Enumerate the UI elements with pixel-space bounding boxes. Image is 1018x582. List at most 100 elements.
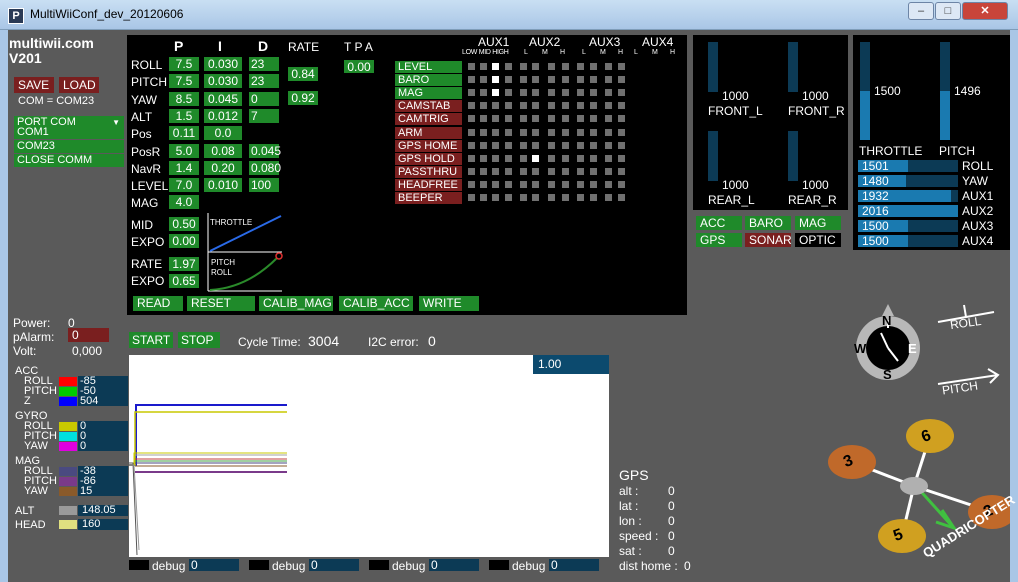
aux-checkbox[interactable] (505, 141, 512, 149)
start-button[interactable]: START (129, 332, 173, 348)
aux-checkbox[interactable] (468, 141, 475, 149)
aux-checkbox[interactable] (548, 89, 555, 97)
pid-p-value[interactable]: 8.5 (169, 91, 199, 106)
aux-checkbox[interactable] (562, 180, 569, 188)
aux-checkbox[interactable] (618, 89, 625, 97)
calib-mag-button[interactable]: CALIB_MAG (259, 296, 333, 311)
pid-p-value[interactable]: 7.5 (169, 57, 199, 71)
pid-i-value[interactable]: 0.030 (204, 74, 242, 89)
aux-checkbox[interactable] (605, 167, 612, 175)
aux-checkbox[interactable] (618, 128, 625, 136)
aux-checkbox[interactable] (468, 167, 475, 175)
aux-checkbox[interactable] (548, 63, 555, 70)
read-button[interactable]: READ (133, 296, 183, 311)
aux-checkbox[interactable] (532, 180, 539, 188)
pid-d-value[interactable]: 23 (249, 57, 279, 71)
aux-checkbox[interactable] (532, 141, 539, 149)
aux-checkbox[interactable] (590, 154, 597, 162)
aux-checkbox[interactable] (480, 102, 487, 110)
rc-expo-value[interactable]: 0.65 (169, 274, 199, 288)
aux-mode-baro[interactable]: BARO (395, 74, 462, 87)
pid-p-value[interactable]: 4.0 (169, 195, 199, 210)
aux-checkbox[interactable] (520, 154, 527, 162)
load-button[interactable]: LOAD (59, 77, 99, 93)
aux-checkbox[interactable] (505, 167, 512, 175)
pid-p-value[interactable]: 5.0 (169, 143, 199, 158)
aux-checkbox[interactable] (605, 141, 612, 149)
aux-checkbox[interactable] (468, 194, 475, 201)
aux-checkbox[interactable] (590, 141, 597, 149)
pid-i-value[interactable]: 0.012 (204, 108, 242, 123)
stop-button[interactable]: STOP (178, 332, 220, 348)
pid-i-value[interactable]: 0.20 (204, 160, 242, 175)
aux-checkbox[interactable] (468, 154, 475, 162)
aux-checkbox[interactable] (548, 102, 555, 110)
aux-checkbox[interactable] (562, 154, 569, 162)
aux-checkbox[interactable] (532, 194, 539, 201)
aux-mode-passthru[interactable]: PASSTHRU (395, 165, 462, 178)
aux-checkbox[interactable] (480, 115, 487, 123)
aux-checkbox[interactable] (480, 141, 487, 149)
aux-checkbox[interactable] (468, 63, 475, 70)
aux-checkbox[interactable] (548, 180, 555, 188)
aux-checkbox[interactable] (605, 115, 612, 123)
alarm-input[interactable]: 0 (68, 328, 109, 342)
aux-checkbox[interactable] (605, 154, 612, 162)
close-button[interactable]: ✕ (962, 2, 1008, 20)
aux-checkbox[interactable] (577, 154, 584, 162)
aux-checkbox[interactable] (605, 89, 612, 97)
aux-checkbox[interactable] (492, 180, 499, 188)
aux-checkbox[interactable] (605, 76, 612, 84)
aux-checkbox[interactable] (520, 76, 527, 84)
throttle-mid-value[interactable]: 0.50 (169, 217, 199, 231)
aux-checkbox[interactable] (468, 128, 475, 136)
rate-yaw[interactable]: 0.92 (288, 91, 318, 105)
aux-checkbox[interactable] (492, 128, 499, 136)
aux-checkbox[interactable] (590, 180, 597, 188)
aux-checkbox[interactable] (548, 128, 555, 136)
aux-checkbox[interactable] (480, 89, 487, 97)
aux-checkbox[interactable] (532, 89, 539, 97)
aux-checkbox[interactable] (618, 115, 625, 123)
aux-checkbox[interactable] (532, 154, 539, 162)
aux-checkbox[interactable] (562, 167, 569, 175)
aux-checkbox[interactable] (492, 63, 499, 70)
aux-checkbox[interactable] (577, 141, 584, 149)
aux-checkbox[interactable] (577, 115, 584, 123)
aux-checkbox[interactable] (520, 194, 527, 201)
save-button[interactable]: SAVE (14, 77, 54, 93)
aux-checkbox[interactable] (520, 167, 527, 175)
maximize-button[interactable]: □ (935, 2, 961, 20)
aux-checkbox[interactable] (492, 154, 499, 162)
aux-checkbox[interactable] (548, 194, 555, 201)
pid-d-value[interactable]: 23 (249, 74, 279, 89)
aux-checkbox[interactable] (520, 180, 527, 188)
pid-d-value[interactable]: 100 (249, 178, 279, 193)
aux-mode-level[interactable]: LEVEL (395, 61, 462, 73)
tpa-value[interactable]: 0.00 (344, 60, 374, 74)
aux-checkbox[interactable] (605, 102, 612, 110)
aux-checkbox[interactable] (492, 167, 499, 175)
aux-checkbox[interactable] (605, 194, 612, 201)
aux-checkbox[interactable] (577, 63, 584, 70)
aux-checkbox[interactable] (480, 128, 487, 136)
aux-checkbox[interactable] (480, 167, 487, 175)
aux-checkbox[interactable] (618, 180, 625, 188)
aux-checkbox[interactable] (520, 141, 527, 149)
aux-checkbox[interactable] (532, 167, 539, 175)
aux-mode-gps-home[interactable]: GPS HOME (395, 139, 462, 152)
aux-checkbox[interactable] (480, 154, 487, 162)
aux-checkbox[interactable] (618, 102, 625, 110)
pid-d-value[interactable]: 0.080 (249, 160, 281, 175)
aux-checkbox[interactable] (548, 76, 555, 84)
aux-checkbox[interactable] (577, 128, 584, 136)
aux-checkbox[interactable] (548, 167, 555, 175)
aux-mode-gps-hold[interactable]: GPS HOLD (395, 152, 462, 165)
aux-checkbox[interactable] (505, 89, 512, 97)
aux-checkbox[interactable] (505, 63, 512, 70)
write-button[interactable]: WRITE (419, 296, 479, 311)
aux-checkbox[interactable] (562, 194, 569, 201)
aux-checkbox[interactable] (577, 89, 584, 97)
pid-d-value[interactable]: 7 (249, 108, 279, 123)
pid-p-value[interactable]: 1.4 (169, 160, 199, 175)
